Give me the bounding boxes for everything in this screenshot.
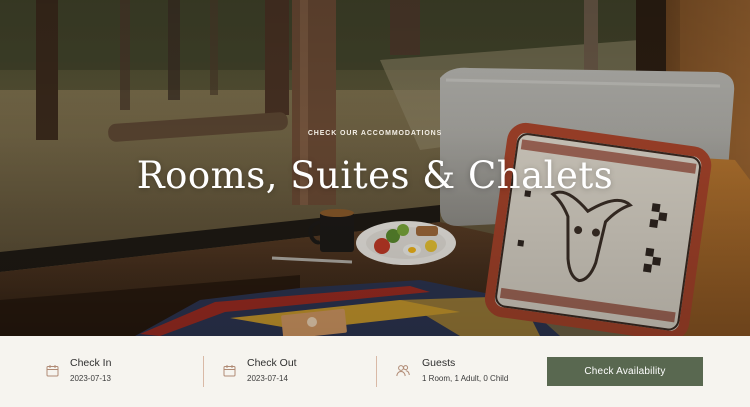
- page-title: Rooms, Suites & Chalets: [136, 154, 614, 197]
- check-out-label: Check Out: [247, 357, 297, 369]
- check-availability-button[interactable]: Check Availability: [547, 357, 703, 386]
- users-icon: [396, 364, 410, 377]
- hero-banner: CHECK OUR ACCOMMODATIONS Rooms, Suites &…: [0, 0, 750, 336]
- check-in-value[interactable]: 2023-07-13: [70, 374, 111, 383]
- hero-eyebrow: CHECK OUR ACCOMMODATIONS: [307, 130, 443, 137]
- check-in-label: Check In: [70, 357, 112, 369]
- check-in-field[interactable]: Check In 2023-07-13: [44, 336, 194, 407]
- divider: [203, 356, 204, 387]
- divider: [376, 356, 377, 387]
- calendar-icon: [223, 364, 236, 377]
- check-out-field[interactable]: Check Out 2023-07-14: [222, 336, 372, 407]
- guests-field[interactable]: Guests 1 Room, 1 Adult, 0 Child: [394, 336, 534, 407]
- guests-value[interactable]: 1 Room, 1 Adult, 0 Child: [422, 374, 508, 383]
- check-out-value[interactable]: 2023-07-14: [247, 374, 288, 383]
- calendar-icon: [46, 364, 59, 377]
- guests-label: Guests: [422, 357, 456, 369]
